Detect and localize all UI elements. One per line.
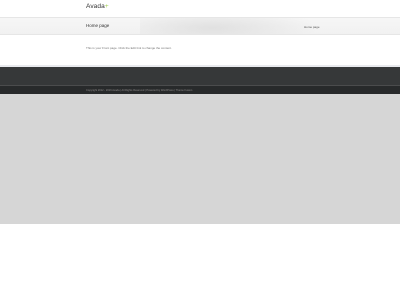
site-header: Avada+	[0, 0, 400, 17]
page: Avada+ Home page Home page This is your …	[0, 0, 400, 300]
copyright-bar: Copyright 2012 - 2016 Avada | All Rights…	[0, 85, 400, 94]
copyright-text: Copyright 2012 - 2016 Avada | All Rights…	[86, 88, 193, 92]
page-background	[0, 94, 400, 224]
site-logo[interactable]: Avada+	[86, 3, 109, 10]
breadcrumb[interactable]: Home page	[304, 25, 320, 29]
footer-widgets-area	[0, 65, 400, 85]
logo-text: Avada	[86, 3, 105, 10]
viewport-blank-area	[0, 224, 400, 300]
page-title: Home page	[86, 23, 110, 28]
logo-accent: +	[104, 3, 109, 10]
main-content: This is your Front page. Click the Edit …	[0, 35, 400, 65]
title-bar-decoration	[140, 18, 320, 34]
page-title-bar: Home page Home page	[0, 17, 400, 35]
content-text: This is your Front page. Click the Edit …	[86, 46, 172, 50]
